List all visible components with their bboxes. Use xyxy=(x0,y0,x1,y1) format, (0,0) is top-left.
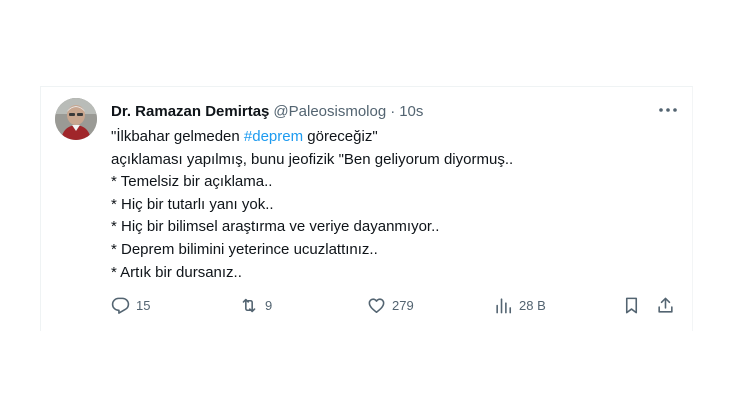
more-options-button[interactable] xyxy=(658,101,678,119)
share-button[interactable] xyxy=(656,295,675,315)
repost-count: 9 xyxy=(265,297,273,313)
separator-dot: · xyxy=(390,102,396,120)
tweet-card[interactable]: Dr. Ramazan Demirtaş @Paleosismolog · 10… xyxy=(40,86,693,331)
avatar[interactable] xyxy=(55,98,97,140)
tweet-line-1: "İlkbahar gelmeden #deprem göreceğiz" xyxy=(111,126,671,149)
views-count: 28 B xyxy=(519,297,546,313)
tweet-text: "İlkbahar gelmeden #deprem göreceğiz" aç… xyxy=(111,126,671,284)
more-horizontal-icon xyxy=(659,108,677,112)
tweet-line-2: açıklaması yapılmış, bunu jeofizik "Ben … xyxy=(111,150,514,168)
hashtag-link[interactable]: #deprem xyxy=(244,128,303,145)
author-display-name[interactable]: Dr. Ramazan Demirtaş xyxy=(111,103,269,120)
tweet-line-1-prefix: "İlkbahar gelmeden xyxy=(111,128,244,145)
tweet-line-7: * Artık bir dursanız.. xyxy=(111,263,242,281)
avatar-image xyxy=(55,98,97,140)
reply-icon xyxy=(111,297,130,314)
tweet-timestamp[interactable]: 10s xyxy=(399,103,423,120)
bookmark-icon xyxy=(625,297,638,313)
views-chart-icon xyxy=(496,297,512,313)
action-bar: 15 9 279 28 B xyxy=(111,295,677,315)
like-count: 279 xyxy=(392,297,414,313)
tweet-line-1-suffix: göreceğiz" xyxy=(303,128,378,145)
reply-count: 15 xyxy=(136,297,151,313)
repost-button[interactable]: 9 xyxy=(239,295,272,315)
repost-icon xyxy=(242,298,256,312)
tweet-line-3: * Temelsiz bir açıklama.. xyxy=(111,173,273,191)
like-button[interactable]: 279 xyxy=(367,295,414,315)
share-icon xyxy=(658,297,673,313)
heart-icon xyxy=(368,297,385,313)
tweet-line-5: * Hiç bir bilimsel araştırma ve veriye d… xyxy=(111,218,440,236)
reply-button[interactable]: 15 xyxy=(111,295,150,315)
author-handle[interactable]: @Paleosismolog xyxy=(273,103,386,120)
tweet-line-6: * Deprem bilimini yeterince ucuzlattınız… xyxy=(111,240,378,258)
tweet-line-4: * Hiç bir tutarlı yanı yok.. xyxy=(111,195,274,213)
bookmark-button[interactable] xyxy=(622,295,641,315)
tweet-header: Dr. Ramazan Demirtaş @Paleosismolog · 10… xyxy=(111,101,423,121)
page: Dr. Ramazan Demirtaş @Paleosismolog · 10… xyxy=(0,0,730,420)
views-button[interactable]: 28 B xyxy=(494,295,546,315)
